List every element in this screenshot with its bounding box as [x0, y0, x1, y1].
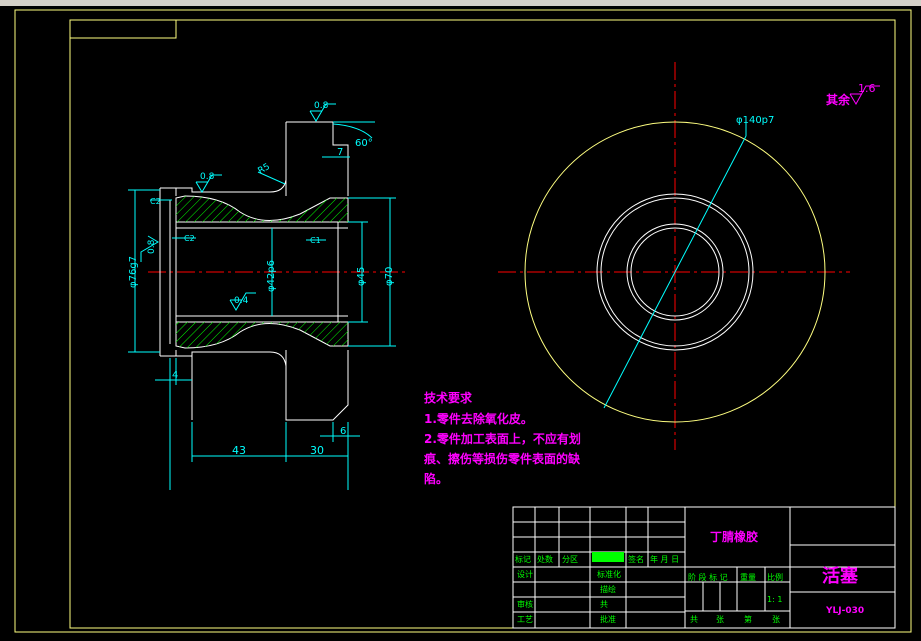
upper-hatch: [176, 196, 348, 222]
drawing-number: YLJ-030: [825, 606, 864, 616]
technical-notes: 技术要求 1.零件去除氧化皮。 2.零件加工表面上，不应有划 痕、擦伤等损伤零件…: [423, 390, 581, 486]
dim-6-label: 6: [340, 426, 346, 437]
dim-76-label: φ76g7: [128, 256, 139, 288]
tb-sheet: 张: [772, 615, 780, 624]
flange-top-outline: [286, 121, 349, 196]
svg-text:0.8: 0.8: [200, 172, 215, 182]
tb-date: 年 月 日: [650, 554, 679, 564]
tb-design: 设计: [517, 569, 533, 579]
dim-45-label: φ45: [356, 267, 367, 286]
section-view: [128, 121, 405, 490]
tb-page: 第: [744, 614, 752, 624]
tb-count: 处数: [537, 554, 553, 564]
tb-zone: 分区: [562, 555, 578, 564]
dim-4-label: 4: [172, 370, 178, 381]
end-view: [498, 62, 850, 450]
tb-standardize: 标准化: [597, 569, 621, 579]
r5-label: R5: [257, 162, 272, 177]
dim-43-label: 43: [232, 444, 246, 457]
roughness-symbol-1: 0.8: [309, 101, 336, 122]
notes-line-4: 陷。: [424, 471, 448, 486]
c2-label-a: C2: [150, 197, 161, 206]
c1-label: C1: [310, 236, 321, 245]
tb-weight: 重量: [740, 572, 756, 582]
tb-mark: 标记: [515, 554, 531, 564]
roughness-symbol-2: 0.8: [195, 172, 222, 193]
dim-30-label: 30: [310, 444, 324, 457]
rest-roughness: 其余 1.6: [826, 82, 880, 107]
dim-70-label: φ70: [384, 267, 395, 286]
rest-value: 1.6: [858, 82, 876, 95]
flange-bottom-outline: [285, 350, 349, 421]
tb-craft: 工艺: [517, 615, 533, 624]
angle-label: 60°: [355, 138, 373, 149]
notes-line-3: 痕、擦伤等损伤零件表面的缺: [423, 451, 581, 466]
angle-arc: [332, 123, 373, 139]
title-block-highlight: [592, 552, 624, 562]
lower-hatch: [176, 322, 348, 348]
rest-label: 其余: [826, 92, 851, 107]
svg-text:0.4: 0.4: [234, 296, 249, 306]
tb-draw: 描绘: [600, 584, 616, 594]
outer-border: [14, 9, 912, 633]
title-block-texts: 标记 处数 分区 签名 年 月 日 设计 标准化 描绘 审核 共 工艺 批准 阶…: [515, 554, 783, 624]
material-label: 丁腈橡胶: [710, 529, 758, 544]
roughness-symbol-4: 0.4: [229, 292, 256, 311]
notes-line-1: 1.零件去除氧化皮。: [424, 411, 533, 426]
tb-sheets: 张: [716, 615, 724, 624]
tb-total-left: 共: [600, 600, 608, 609]
dim-140-label: φ140p7: [736, 115, 774, 126]
cad-drawing: φ76g7 φ42p6 φ45 φ70 43 30 4 6 7 60° R5 C…: [14, 9, 912, 633]
notes-title: 技术要求: [424, 390, 473, 405]
tube-top-outline: [175, 179, 287, 196]
tb-sign: 签名: [628, 554, 644, 564]
dim-7-label: 7: [337, 147, 343, 158]
tb-scale: 比例: [767, 572, 783, 582]
tb-approve: 批准: [600, 614, 616, 624]
dim-42-label: φ42p6: [266, 260, 277, 292]
part-name: 活塞: [822, 565, 859, 587]
notes-line-2: 2.零件加工表面上，不应有划: [424, 431, 581, 446]
svg-text:0.8: 0.8: [147, 239, 157, 254]
code-box: [69, 19, 177, 39]
tb-stage: 阶 段 标 记: [688, 572, 728, 582]
tb-total: 共: [690, 615, 698, 624]
roughness-symbol-3: 0.8: [140, 235, 159, 262]
c2-label-b: C2: [184, 234, 195, 243]
tb-review: 审核: [517, 599, 533, 609]
tb-scale-value: 1: 1: [767, 595, 782, 604]
svg-text:0.8: 0.8: [314, 101, 329, 111]
